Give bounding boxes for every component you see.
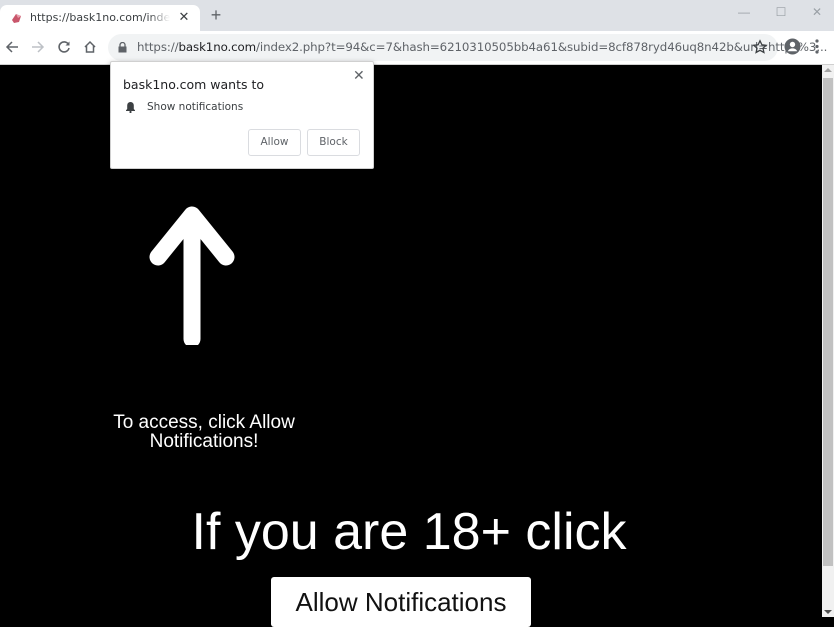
- url-scheme: https://: [137, 40, 179, 54]
- forward-arrow-icon: [32, 41, 45, 53]
- minimize-button[interactable]: —: [727, 3, 761, 23]
- headline-text: If you are 18+ click: [0, 502, 822, 562]
- back-button[interactable]: [1, 36, 23, 58]
- url-path: /index2.php?t=94&c=7&hash=6210310505bb4a…: [256, 40, 828, 54]
- vertical-scrollbar[interactable]: [822, 65, 834, 617]
- tab-title: https://bask1no.com/index2.php?t=94: [30, 11, 170, 24]
- scroll-up-arrow-icon[interactable]: [824, 68, 832, 72]
- browser-toolbar: https://bask1no.com/index2.php?t=94&c=7&…: [0, 31, 834, 65]
- access-instruction-text: To access, click Allow Notifications!: [113, 412, 295, 452]
- kebab-menu-icon[interactable]: [814, 38, 820, 55]
- bell-icon: [126, 102, 135, 113]
- new-tab-button[interactable]: +: [207, 6, 225, 24]
- back-arrow-icon: [5, 41, 18, 53]
- star-icon[interactable]: [752, 39, 768, 55]
- up-arrow-icon: [149, 206, 235, 345]
- address-bar[interactable]: https://bask1no.com/index2.php?t=94&c=7&…: [108, 34, 827, 61]
- headline-label: If you are 18+ click: [191, 503, 627, 561]
- reload-icon: [58, 41, 70, 53]
- prompt-title: bask1no.com wants to: [123, 77, 265, 92]
- forward-button[interactable]: [27, 36, 49, 58]
- permission-label: Show notifications: [147, 101, 244, 113]
- close-window-button[interactable]: ✕: [800, 3, 834, 23]
- site-favicon-icon: [12, 14, 21, 23]
- account-icon[interactable]: [784, 38, 801, 55]
- lock-icon: [118, 42, 127, 53]
- prompt-close-icon[interactable]: ✕: [353, 67, 365, 84]
- allow-notifications-button[interactable]: Allow Notifications: [271, 577, 531, 627]
- notification-permission-prompt: bask1no.com wants to ✕ Show notification…: [110, 61, 374, 169]
- browser-tab[interactable]: https://bask1no.com/index2.php?t=94 ✕: [0, 5, 200, 31]
- scroll-down-arrow-icon[interactable]: [824, 610, 832, 614]
- prompt-allow-button[interactable]: Allow: [248, 129, 301, 156]
- scrollbar-thumb[interactable]: [823, 78, 833, 566]
- maximize-button[interactable]: ☐: [764, 3, 798, 23]
- home-icon: [84, 40, 96, 53]
- home-button[interactable]: [79, 36, 101, 58]
- url-host: bask1no.com: [178, 40, 257, 54]
- url-text[interactable]: https://bask1no.com/index2.php?t=94&c=7&…: [137, 40, 827, 54]
- prompt-block-button[interactable]: Block: [307, 129, 360, 156]
- tab-close-icon[interactable]: ✕: [176, 9, 192, 25]
- reload-button[interactable]: [53, 36, 75, 58]
- tab-strip: https://bask1no.com/index2.php?t=94 ✕ + …: [0, 0, 834, 31]
